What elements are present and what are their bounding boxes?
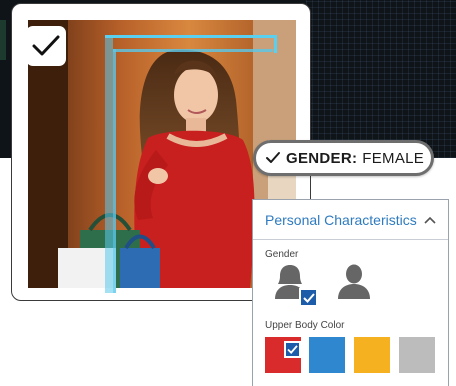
chevron-up-icon[interactable] [424,216,436,224]
color-swatch-yellow[interactable] [354,337,390,373]
detection-box-inner-left-edge [113,49,116,293]
gender-result-badge: GENDER: FEMALE [253,140,434,176]
color-selected-badge [284,341,301,358]
gender-selected-badge [299,288,318,307]
detection-box-inner-edge [113,49,273,52]
checkmark-icon [32,35,60,56]
verified-check-tile [26,26,66,66]
gender-badge-value: FEMALE [362,149,425,167]
gender-section-label: Gender [265,249,299,260]
personal-characteristics-panel: Personal Characteristics Gender Upper Bo… [252,199,449,386]
color-swatch-gray[interactable] [399,337,435,373]
detection-box-left-rail [105,35,113,293]
checkmark-icon [266,152,280,163]
background-grid-pattern [306,0,456,158]
checkmark-icon [287,345,298,354]
upper-body-color-label: Upper Body Color [265,320,345,331]
background-stripe [0,20,6,60]
detection-box-corner [274,35,277,53]
male-user-icon[interactable] [335,263,373,299]
checkmark-icon [302,292,315,303]
detection-box-top-edge [105,35,277,38]
panel-header[interactable]: Personal Characteristics [253,200,448,240]
panel-title: Personal Characteristics [265,211,417,228]
gender-badge-label: GENDER: [286,149,358,167]
color-swatch-blue[interactable] [309,337,345,373]
